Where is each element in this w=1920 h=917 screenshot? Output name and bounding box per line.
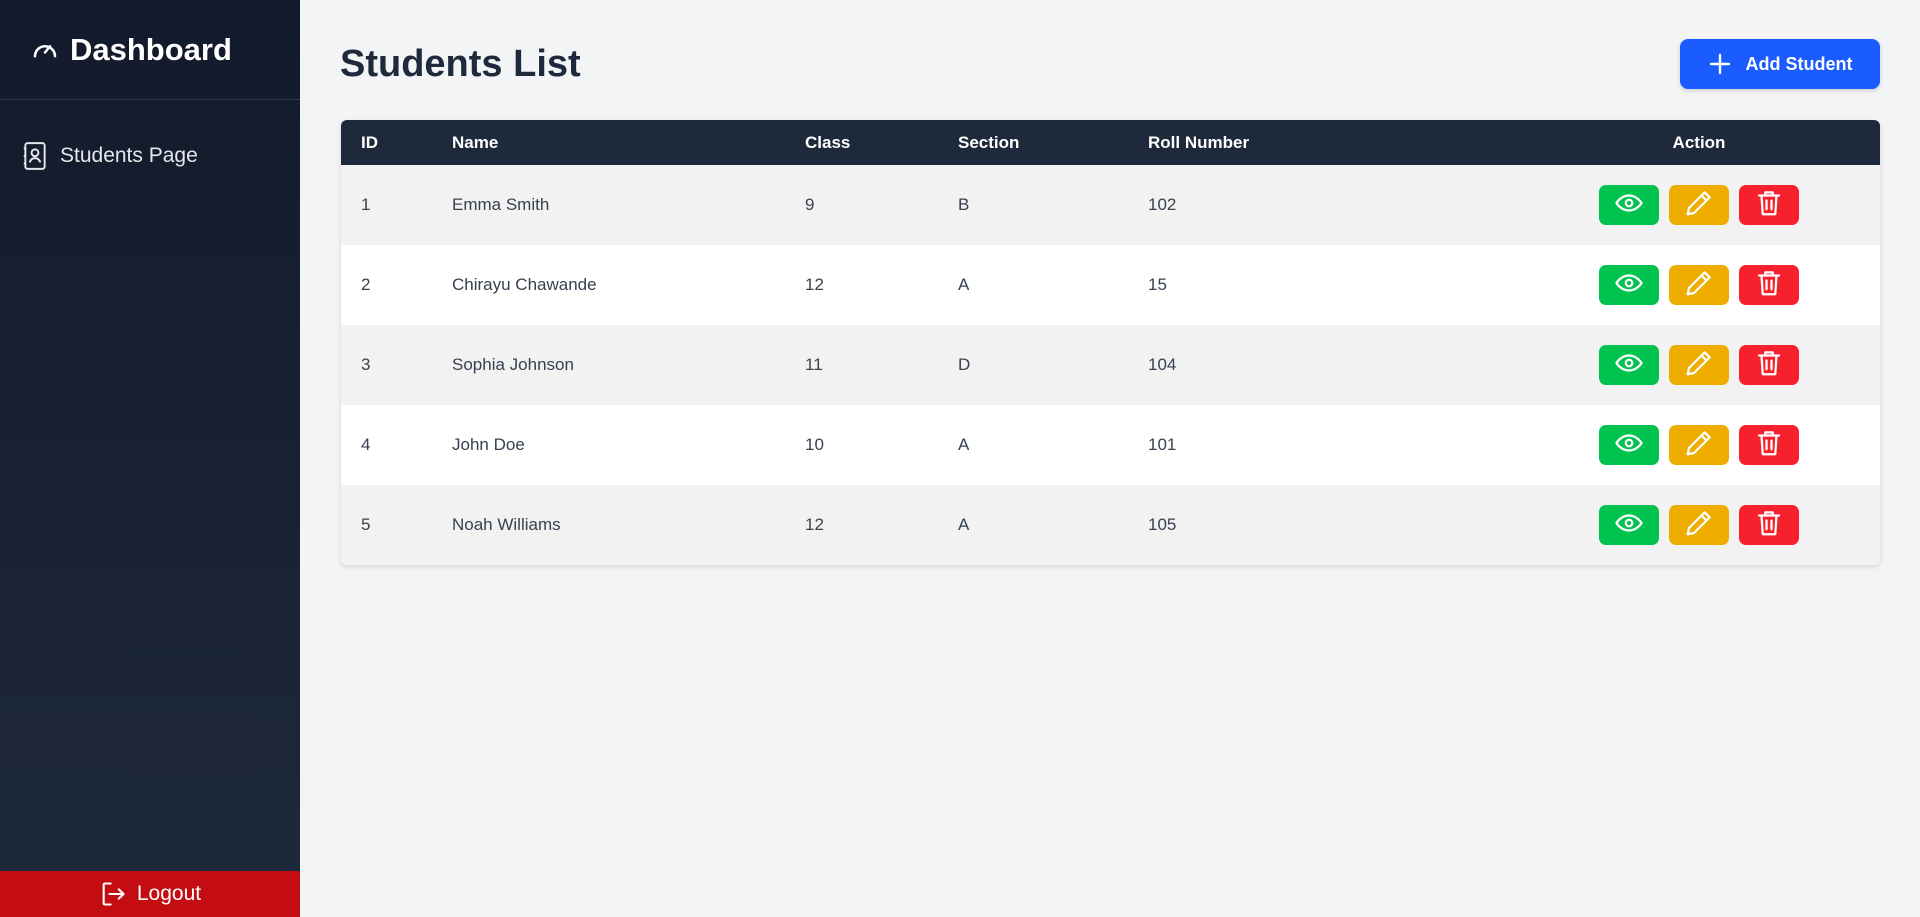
row-actions — [1599, 505, 1799, 545]
cell-id: 4 — [361, 435, 371, 454]
cell-roll-number: 104 — [1148, 355, 1177, 374]
cell-id: 3 — [361, 355, 371, 374]
cell-section: A — [958, 275, 970, 294]
header-roll-number: Roll Number — [1148, 132, 1250, 152]
view-button[interactable] — [1599, 185, 1659, 225]
edit-button[interactable] — [1669, 505, 1729, 545]
header-name: Name — [452, 132, 499, 152]
header-section: Section — [958, 132, 1020, 152]
header-action: Action — [1672, 132, 1726, 152]
cell-action — [1518, 265, 1880, 305]
cell-roll-number: 15 — [1148, 275, 1167, 294]
pencil-icon — [1684, 428, 1714, 463]
delete-button[interactable] — [1739, 185, 1799, 225]
logout-icon — [99, 880, 127, 908]
sidebar-item-students[interactable]: Students Page — [0, 138, 300, 174]
delete-button[interactable] — [1739, 425, 1799, 465]
cell-section: B — [958, 195, 970, 214]
page-title: Students List — [340, 43, 581, 85]
cell-action — [1518, 425, 1880, 465]
header-class: Class — [805, 132, 851, 152]
view-button[interactable] — [1599, 425, 1659, 465]
cell-id: 2 — [361, 275, 371, 294]
cell-class: 12 — [805, 515, 824, 534]
cell-name: Emma Smith — [452, 195, 550, 214]
view-button[interactable] — [1599, 265, 1659, 305]
cell-class: 12 — [805, 275, 824, 294]
eye-icon — [1614, 348, 1644, 383]
cell-roll-number: 105 — [1148, 515, 1177, 534]
view-button[interactable] — [1599, 505, 1659, 545]
cell-name: Chirayu Chawande — [452, 275, 597, 294]
cell-class: 10 — [805, 435, 824, 454]
table-body: 1 Emma Smith 9 B 102 2 Chirayu Chawande … — [341, 165, 1880, 565]
sidebar: Dashboard Students Page Logout — [0, 0, 300, 917]
cell-name: Noah Williams — [452, 515, 561, 534]
trash-icon — [1754, 268, 1784, 303]
cell-section: D — [958, 355, 971, 374]
row-actions — [1599, 425, 1799, 465]
cell-class: 9 — [805, 195, 815, 214]
pencil-icon — [1684, 268, 1714, 303]
edit-button[interactable] — [1669, 425, 1729, 465]
cell-class: 11 — [805, 355, 823, 374]
cell-id: 5 — [361, 515, 371, 534]
pencil-icon — [1684, 508, 1714, 543]
table-row: 3 Sophia Johnson 11 D 104 — [341, 325, 1880, 405]
delete-button[interactable] — [1739, 505, 1799, 545]
cell-name: Sophia Johnson — [452, 355, 574, 374]
delete-button[interactable] — [1739, 265, 1799, 305]
table-row: 5 Noah Williams 12 A 105 — [341, 485, 1880, 565]
cell-id: 1 — [361, 195, 371, 214]
cell-section: A — [958, 435, 970, 454]
pencil-icon — [1684, 348, 1714, 383]
cell-action — [1518, 345, 1880, 385]
cell-name: John Doe — [452, 435, 525, 454]
cell-roll-number: 102 — [1148, 195, 1177, 214]
trash-icon — [1754, 348, 1784, 383]
edit-button[interactable] — [1669, 265, 1729, 305]
edit-button[interactable] — [1669, 345, 1729, 385]
add-student-label: Add Student — [1745, 53, 1853, 74]
delete-button[interactable] — [1739, 345, 1799, 385]
eye-icon — [1614, 188, 1644, 223]
brand-title: Dashboard — [70, 31, 232, 67]
add-student-button[interactable]: Add Student — [1680, 39, 1880, 89]
gauge-icon — [30, 35, 60, 65]
row-actions — [1599, 345, 1799, 385]
students-table: ID Name Class Section Roll Number Action… — [341, 120, 1880, 565]
trash-icon — [1754, 428, 1784, 463]
contact-book-icon — [22, 141, 48, 171]
cell-roll-number: 101 — [1148, 435, 1177, 454]
table-row: 2 Chirayu Chawande 12 A 15 — [341, 245, 1880, 325]
pencil-icon — [1684, 188, 1714, 223]
eye-icon — [1614, 508, 1644, 543]
logout-label: Logout — [136, 882, 202, 905]
sidebar-brand[interactable]: Dashboard — [0, 0, 300, 100]
eye-icon — [1614, 268, 1644, 303]
sidebar-item-label: Students Page — [60, 144, 198, 167]
plus-icon — [1708, 52, 1732, 76]
header-id: ID — [361, 132, 378, 152]
table-header: ID Name Class Section Roll Number Action — [341, 120, 1880, 165]
eye-icon — [1614, 428, 1644, 463]
cell-action — [1518, 185, 1880, 225]
logout-button[interactable]: Logout — [0, 871, 300, 917]
cell-section: A — [958, 515, 970, 534]
view-button[interactable] — [1599, 345, 1659, 385]
cell-action — [1518, 505, 1880, 545]
row-actions — [1599, 265, 1799, 305]
trash-icon — [1754, 508, 1784, 543]
row-actions — [1599, 185, 1799, 225]
trash-icon — [1754, 188, 1784, 223]
table-row: 4 John Doe 10 A 101 — [341, 405, 1880, 485]
table-row: 1 Emma Smith 9 B 102 — [341, 165, 1880, 245]
edit-button[interactable] — [1669, 185, 1729, 225]
